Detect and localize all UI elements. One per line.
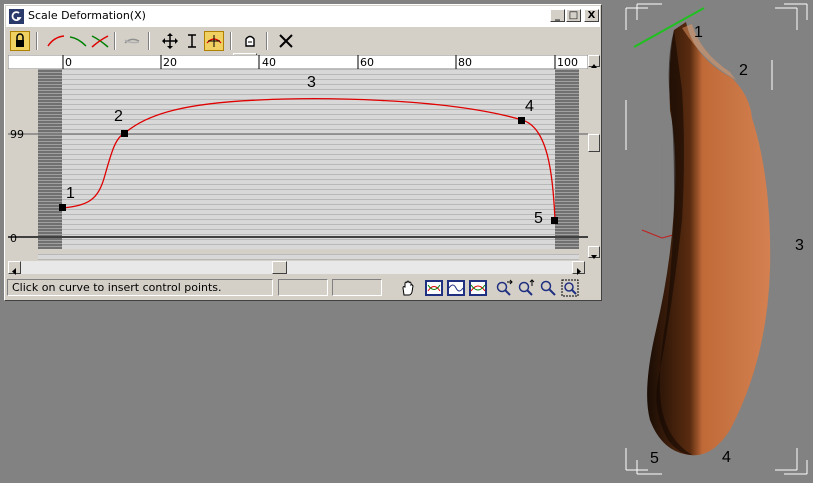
toolbar-separator — [114, 32, 116, 50]
reset-curve-button[interactable] — [276, 31, 296, 51]
point-label-1: 1 — [66, 185, 75, 202]
zoom-button[interactable] — [539, 279, 557, 297]
display-y-axis-button[interactable] — [68, 31, 88, 51]
zoom-horizontal-extents-button[interactable] — [447, 279, 465, 297]
perspective-viewport[interactable]: 1 2 3 4 5 — [612, 0, 813, 479]
point-label-3: 3 — [307, 74, 316, 91]
zoom-extents-button[interactable] — [425, 279, 443, 297]
scroll-down-arrow-icon[interactable] — [588, 246, 600, 259]
pan-icon — [402, 280, 414, 296]
pan-button[interactable] — [399, 279, 417, 297]
minimize-button[interactable]: _ — [550, 9, 565, 22]
y-label-0: 0 — [10, 232, 17, 245]
insert-corner-point-button[interactable] — [204, 31, 224, 51]
vertical-scroll-thumb[interactable] — [588, 134, 600, 152]
zoom-vertical-extents-icon — [469, 280, 487, 296]
left-limit-band — [38, 69, 62, 254]
maximize-button[interactable]: □ — [566, 9, 581, 22]
point-label-2: 2 — [114, 108, 123, 125]
reset-x-icon — [279, 34, 293, 48]
zoom-horizontal-button[interactable] — [495, 279, 513, 297]
zoom-horizontal-icon — [496, 279, 513, 296]
banana-object[interactable] — [647, 22, 771, 456]
move-arrows-icon — [162, 33, 178, 49]
ruler-label: 80 — [458, 56, 472, 69]
control-point[interactable] — [551, 217, 558, 224]
title-bar[interactable]: Scale Deformation(X) _ □ X — [6, 6, 600, 28]
move-control-point-button[interactable] — [160, 31, 180, 51]
toolbar-separator — [148, 32, 150, 50]
eraser-icon — [245, 35, 255, 47]
swap-curves-button[interactable] — [122, 31, 142, 51]
horizontal-scroll-thumb[interactable] — [272, 261, 287, 274]
zoom-vertical-extents-button[interactable] — [469, 279, 487, 297]
ruler-label: 0 — [65, 56, 72, 69]
viewport-label-1: 1 — [694, 24, 703, 41]
app-logo-icon — [9, 9, 24, 24]
ruler-label: 20 — [163, 56, 177, 69]
viewport-label-4: 4 — [722, 449, 731, 466]
right-limit-band — [555, 69, 579, 254]
delete-control-point-button[interactable] — [240, 31, 260, 51]
point-x-field[interactable] — [278, 279, 328, 296]
y-label-99: 99 — [10, 128, 24, 141]
viewport-label-3: 3 — [795, 237, 804, 254]
toolbar-separator — [230, 32, 232, 50]
control-point[interactable] — [518, 117, 525, 124]
scroll-right-arrow-icon[interactable] — [572, 261, 585, 275]
status-prompt: Click on curve to insert control points. — [7, 279, 273, 296]
control-point[interactable] — [121, 130, 128, 137]
zoom-vertical-button[interactable] — [517, 279, 535, 297]
point-label-5: 5 — [534, 210, 543, 227]
zoom-icon — [540, 280, 556, 296]
scroll-left-arrow-icon[interactable] — [8, 261, 21, 275]
ruler-label: 60 — [360, 56, 374, 69]
horizontal-scrollbar[interactable] — [8, 261, 585, 275]
display-xy-axes-button[interactable] — [90, 31, 110, 51]
close-button[interactable]: X — [584, 9, 599, 22]
scale-control-point-button[interactable] — [182, 31, 202, 51]
insert-point-icon — [206, 35, 222, 47]
ruler-label: 100 — [557, 56, 578, 69]
control-point[interactable] — [59, 204, 66, 211]
display-x-axis-button[interactable] — [46, 31, 66, 51]
lock-icon — [16, 33, 24, 47]
zoom-extents-icon — [425, 280, 443, 296]
ruler-label: 40 — [262, 56, 276, 69]
window-title: Scale Deformation(X) — [28, 9, 146, 22]
zoom-region-button[interactable] — [561, 279, 579, 297]
viewport-label-5: 5 — [650, 450, 659, 467]
scale-vertical-icon — [188, 34, 196, 48]
toolbar-separator — [266, 32, 268, 50]
zoom-region-icon — [561, 279, 579, 297]
make-symmetrical-button[interactable] — [10, 31, 30, 51]
swap-curves-icon — [124, 38, 140, 44]
scroll-up-arrow-icon[interactable] — [588, 55, 600, 68]
point-label-4: 4 — [525, 98, 534, 115]
xy-curves-icon — [91, 35, 109, 48]
deformation-toolbar — [6, 29, 600, 55]
zoom-vertical-icon — [518, 279, 535, 296]
green-curve-icon — [69, 36, 87, 47]
deformation-graph[interactable]: 0 20 40 60 80 100 99 0 1 2 3 4 5 — [7, 54, 589, 260]
vertical-scrollbar[interactable] — [588, 55, 600, 260]
viewport-label-2: 2 — [739, 62, 748, 79]
zoom-horizontal-extents-icon — [447, 280, 465, 296]
point-y-field[interactable] — [332, 279, 382, 296]
red-curve-icon — [47, 35, 65, 47]
toolbar-separator — [36, 32, 38, 50]
